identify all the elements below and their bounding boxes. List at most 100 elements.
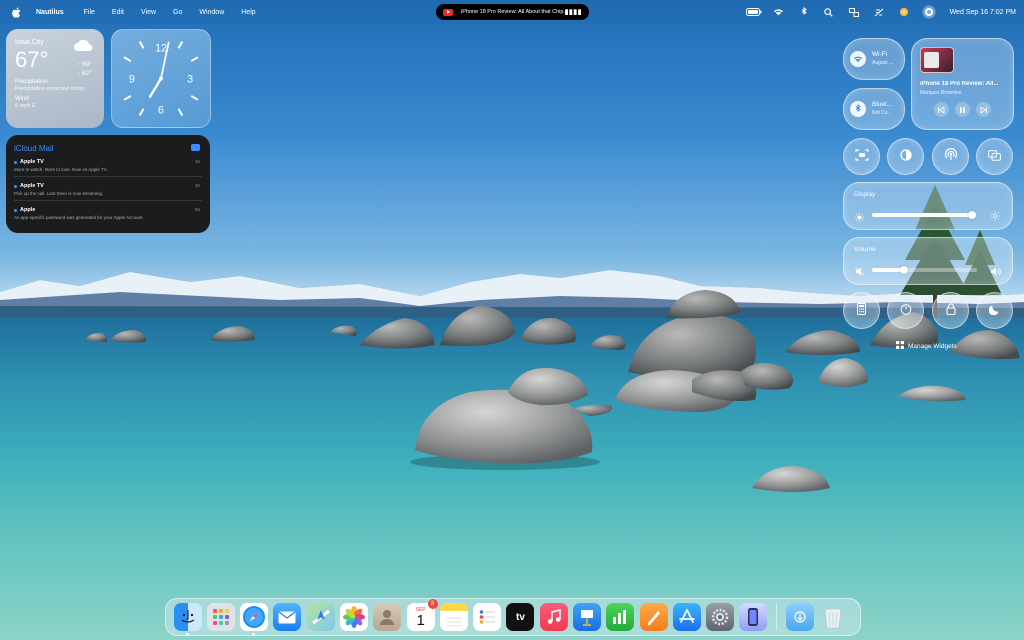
display-slider-knob[interactable] [967,211,976,219]
battery-icon[interactable] [743,0,765,24]
clock-tick [190,95,199,101]
bluetooth-icon [850,101,866,117]
cc-media-artist: Marques Brownlee [920,90,962,96]
iphone-mirroring-icon[interactable] [739,603,768,631]
dock-separator [776,604,778,630]
calculator-icon [857,302,866,320]
next-track-icon[interactable] [976,102,991,117]
mail-widget[interactable]: iCloud Mail Apple TV More to watch. More… [6,135,210,233]
menu-bar-clock[interactable]: Wed Sep 16 7:02 PM [950,9,1016,16]
clock-tick [177,41,184,49]
downloads-folder-icon[interactable] [785,603,814,631]
cc-stage-manager-button[interactable] [976,138,1013,175]
clock-widget[interactable]: 12 3 6 9 [111,29,211,128]
keynote-icon[interactable] [573,603,602,631]
bluetooth-icon[interactable] [793,0,815,24]
cc-wifi-label: Wi-Fi [872,51,888,58]
cc-display-panel: Display [843,182,1013,230]
manage-widgets-label: Manage Widgets [908,342,957,350]
reminders-icon[interactable] [473,603,502,631]
trash-icon[interactable] [819,603,847,631]
menu-file[interactable]: File [84,9,95,16]
notes-icon[interactable] [439,603,468,631]
clock-hour-hand [148,77,163,98]
calendar-day: 1 [416,612,425,629]
clock-tick [123,56,132,62]
lock-icon [945,302,956,320]
settings-icon[interactable] [706,603,735,631]
cc-bluetooth-toggle[interactable]: Bluet... Not Co... [843,88,905,130]
tv-icon[interactable]: tv [506,603,535,631]
cc-screen-capture-button[interactable] [843,138,880,175]
maps-icon[interactable] [306,603,335,631]
menu-window[interactable]: Window [199,9,224,16]
wifi-icon[interactable] [768,0,790,24]
safari-icon[interactable] [240,603,269,636]
cc-calculator-button[interactable] [843,292,880,329]
menu-bar-status-area: Wed Sep 16 7:02 PM [740,0,1016,24]
cc-dark-mode-button[interactable] [887,138,924,175]
youtube-icon [443,8,453,16]
finder-icon[interactable] [173,603,202,636]
mail-time: 4h [194,183,200,188]
volume-slider[interactable] [872,266,977,274]
music-icon[interactable] [539,603,568,631]
apple-menu-icon[interactable] [10,5,24,19]
cc-focus-button[interactable] [976,292,1013,329]
calendar-icon[interactable]: SEP 1 8 [406,599,438,631]
cc-timer-button[interactable] [887,292,924,329]
weather-wind-label: Wind [15,96,29,102]
brightness-low-icon [855,209,864,227]
contacts-icon[interactable] [373,603,402,631]
menu-app-name[interactable]: Nautilus [36,9,64,16]
focus-icon[interactable] [893,0,915,24]
cc-wifi-network: August ... [872,60,894,66]
now-playing-pill[interactable]: iPhone 18 Pro Review: All About that Chi… [436,4,589,20]
audio-wave-icon: ▮▮▮▮ [564,9,582,16]
mail-message[interactable]: Apple An app-specific password was gener… [14,207,202,224]
cc-volume-panel: Volume [843,237,1013,285]
widgets-icon [896,341,904,351]
launchpad-icon[interactable] [206,603,235,631]
siri-icon[interactable] [918,0,940,24]
clock-numeral-6: 6 [158,104,164,116]
cc-bluetooth-label: Bluet... [872,101,893,108]
menu-help[interactable]: Help [241,9,255,16]
pages-icon[interactable] [639,603,668,631]
cc-lock-screen-button[interactable] [932,292,969,329]
menu-go[interactable]: Go [173,9,182,16]
mail-message[interactable]: Apple TV Pick up the call. Last Seen is … [14,183,202,201]
clock-numeral-9: 9 [129,73,135,85]
display-icon[interactable] [843,0,865,24]
album-art [920,47,954,73]
pause-icon[interactable] [955,102,970,117]
clock-tick [138,108,145,116]
stage-manager-icon [988,148,1001,166]
menu-view[interactable]: View [141,9,156,16]
mail-message[interactable]: Apple TV More to watch. More to love. No… [14,159,202,177]
menu-edit[interactable]: Edit [112,9,124,16]
weather-low: ↓ 62° [77,70,92,77]
airdrop-icon [944,147,958,166]
volume-slider-knob[interactable] [899,266,908,274]
cc-now-playing[interactable]: iPhone 18 Pro Review: All... Marques Bro… [911,38,1014,130]
display-brightness-slider[interactable] [872,211,977,219]
photos-icon[interactable] [340,603,369,631]
clock-tick [123,95,132,101]
mail-icon[interactable] [273,603,302,631]
cc-airdrop-button[interactable] [932,138,969,175]
weather-wind-text: 6 mph E [15,103,36,109]
mail-sender: Apple TV [14,159,202,165]
numbers-icon[interactable] [606,603,635,631]
cc-wifi-toggle[interactable]: Wi-Fi August ... [843,38,905,80]
previous-track-icon[interactable] [934,102,949,117]
clock-tick [138,41,145,49]
screen-mirroring-icon[interactable] [868,0,890,24]
spotlight-icon[interactable] [818,0,840,24]
weather-precip-text: Precipitation expected today [15,86,85,92]
app-store-icon[interactable] [672,603,701,631]
manage-widgets-button[interactable]: Manage Widgets [896,341,957,351]
weather-widget[interactable]: Iowa City 67° ↑ 69° ↓ 62° Precipitation … [6,29,104,128]
mail-time: 5h [194,207,200,212]
cc-media-title: iPhone 18 Pro Review: All... [920,81,999,87]
